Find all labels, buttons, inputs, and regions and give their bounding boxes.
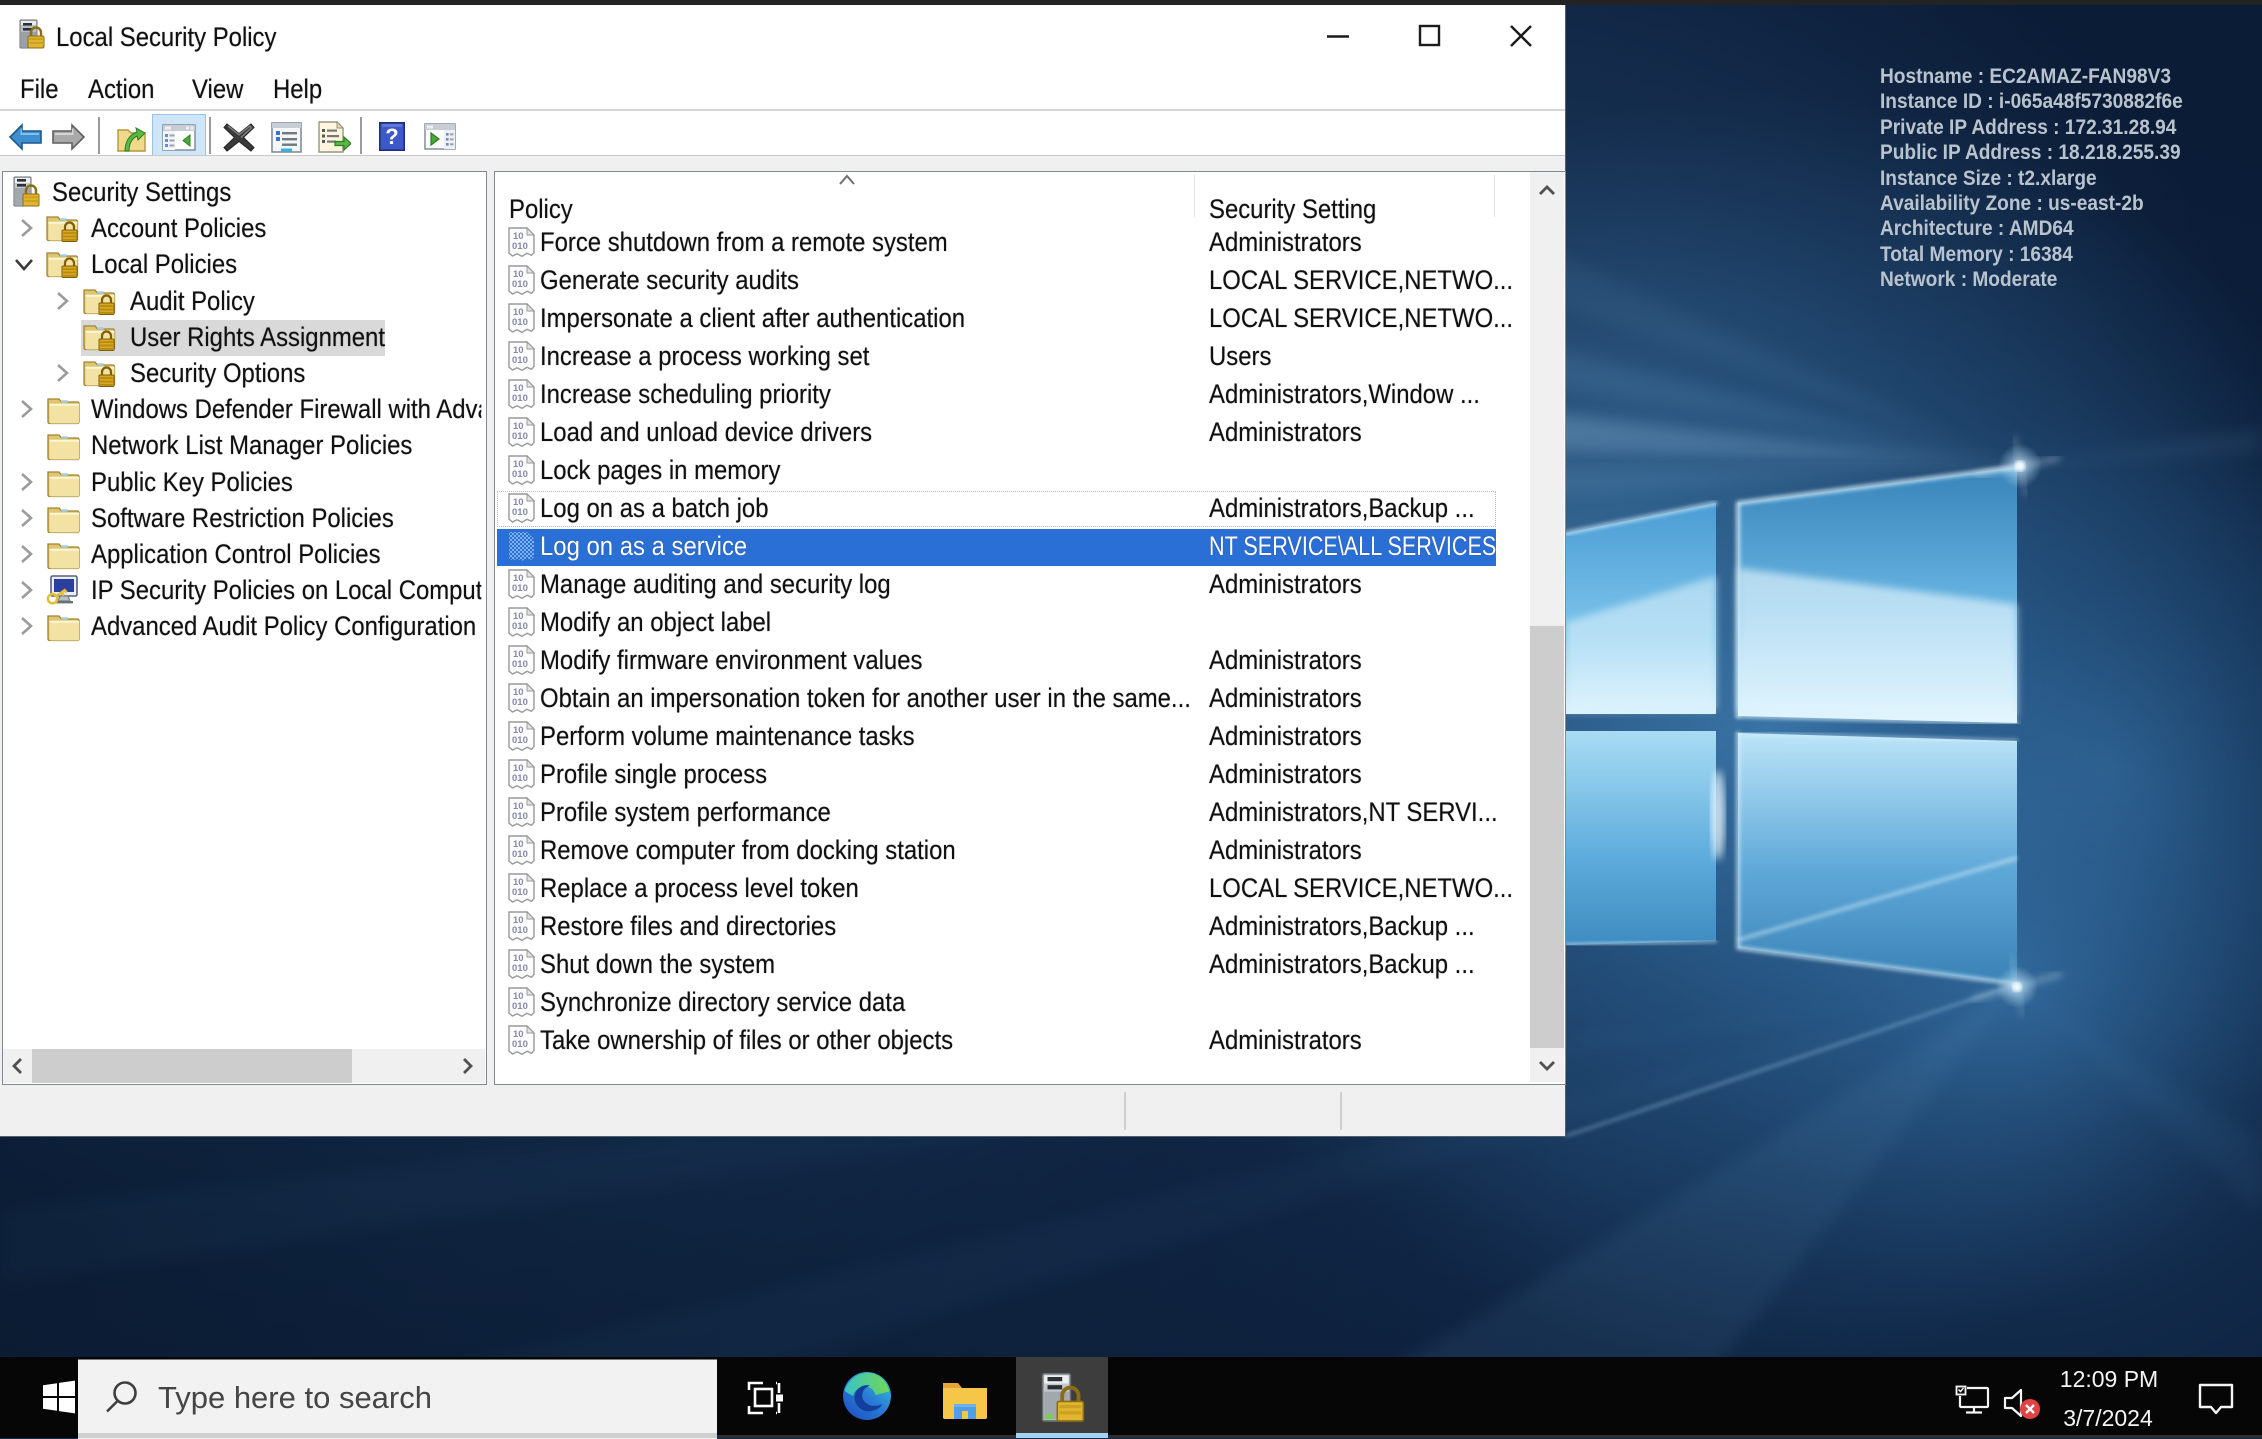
svg-text:010: 010 (512, 849, 528, 860)
svg-text:010: 010 (512, 887, 528, 898)
svg-text:010: 010 (512, 279, 528, 290)
svg-text:010: 010 (512, 355, 528, 366)
svg-text:010: 010 (512, 621, 528, 632)
svg-text:010: 010 (512, 659, 528, 670)
svg-text:010: 010 (512, 811, 528, 822)
svg-text:010: 010 (512, 773, 528, 784)
svg-text:010: 010 (512, 697, 528, 708)
svg-text:010: 010 (512, 735, 528, 746)
svg-text:010: 010 (512, 431, 528, 442)
svg-text:010: 010 (512, 469, 528, 480)
svg-text:010: 010 (512, 963, 528, 974)
svg-text:010: 010 (512, 925, 528, 936)
svg-text:010: 010 (512, 241, 528, 252)
svg-text:010: 010 (512, 1001, 528, 1012)
svg-text:010: 010 (512, 583, 528, 594)
svg-text:010: 010 (512, 1039, 528, 1050)
svg-text:010: 010 (512, 317, 528, 328)
svg-text:010: 010 (512, 507, 528, 518)
svg-text:010: 010 (512, 393, 528, 404)
